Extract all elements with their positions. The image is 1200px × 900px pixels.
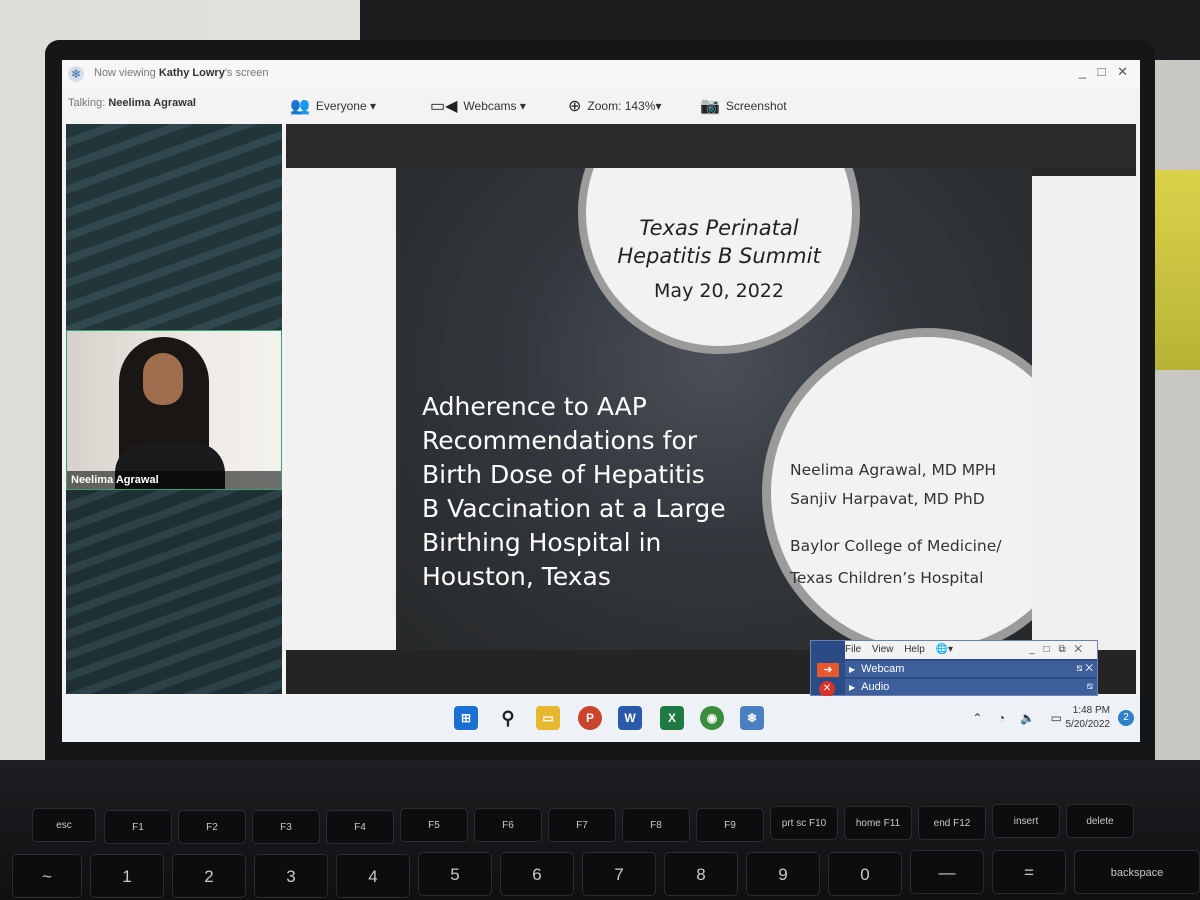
key-4[interactable]: 4	[336, 854, 410, 898]
arrow-icon[interactable]: ➜	[817, 663, 839, 677]
window-controls[interactable]: _ □ ✕	[1079, 64, 1132, 80]
slide-affiliation: Baylor College of Medicine/ Texas Childr…	[790, 537, 1002, 587]
key-7[interactable]: 7	[582, 852, 656, 896]
title-bar: ❄ Now viewing Kathy Lowry's screen _ □ ✕	[62, 60, 1140, 88]
key-minus[interactable]: —	[910, 850, 984, 894]
system-tray[interactable]: ⌃ ◔ 🔈 ▭	[972, 711, 1068, 725]
clock[interactable]: 1:48 PM 5/20/2022	[1066, 704, 1111, 732]
slide-authors: Neelima Agrawal, MD MPH Sanjiv Harpavat,…	[790, 461, 997, 508]
excel-icon[interactable]: X	[660, 706, 684, 730]
key-5[interactable]: 5	[418, 852, 492, 896]
key-f4[interactable]: F4	[326, 810, 394, 844]
key-f8[interactable]: F8	[622, 808, 690, 842]
key-2[interactable]: 2	[172, 854, 246, 898]
webcam-pane: Neelima Agrawal	[66, 124, 282, 694]
key-f2[interactable]: F2	[178, 810, 246, 844]
key-esc[interactable]: esc	[32, 808, 96, 842]
panel-row-webcam[interactable]: ▶ Webcam ⧅ ✕	[845, 661, 1097, 677]
control-panel[interactable]: File View Help 🌐▾ _ □ ⧉ ✕ ➜ ✕ ▶ Webcam ⧅ …	[810, 640, 1098, 697]
shared-screen: Texas Perinatal Hepatitis B Summit May 2…	[286, 124, 1136, 694]
key-f9[interactable]: F9	[696, 808, 764, 842]
key-0[interactable]: 0	[828, 852, 902, 896]
popout-icon[interactable]: ⧅	[1087, 679, 1093, 695]
key-1[interactable]: 1	[90, 854, 164, 898]
notification-badge[interactable]: 2	[1118, 710, 1134, 726]
key-9[interactable]: 9	[746, 852, 820, 896]
summit-title: Texas Perinatal Hepatitis B Summit	[617, 216, 821, 268]
close-icon[interactable]: ⧅ ✕	[1076, 661, 1093, 677]
key-backspace[interactable]: backspace	[1074, 850, 1200, 894]
key-insert[interactable]: insert	[992, 804, 1060, 838]
key-f10[interactable]: prt sc F10	[770, 806, 838, 840]
summit-date: May 20, 2022	[654, 280, 784, 302]
slide-title: Adherence to AAP Recommendations for Bir…	[422, 392, 726, 591]
panel-window-controls[interactable]: _ □ ⧉ ✕	[1029, 641, 1085, 659]
menu-view[interactable]: View	[872, 644, 894, 655]
globe-icon[interactable]: 🌐▾	[936, 644, 953, 655]
key-f12[interactable]: end F12	[918, 806, 986, 840]
laptop-screen: ❄ Now viewing Kathy Lowry's screen _ □ ✕…	[62, 60, 1140, 742]
key-f3[interactable]: F3	[252, 810, 320, 844]
camera-icon: 📷	[700, 98, 720, 115]
key-f1[interactable]: F1	[104, 810, 172, 844]
app-logo-icon: ❄	[68, 66, 84, 82]
webcam-icon: ▭◀	[430, 98, 458, 115]
panel-menu-bar: File View Help 🌐▾ _ □ ⧉ ✕	[845, 641, 1097, 659]
presentation-slide: Texas Perinatal Hepatitis B Summit May 2…	[396, 168, 1032, 650]
participant-name-label: Neelima Agrawal	[67, 471, 281, 489]
presenter-name: Kathy Lowry	[158, 67, 225, 79]
expand-icon: ▶	[849, 665, 856, 674]
keyboard: esc F1 F2 F3 F4 F5 F6 F7 F8 F9 prt sc F1…	[12, 800, 1200, 900]
key-equals[interactable]: =	[992, 850, 1066, 894]
desk-object	[1150, 170, 1200, 370]
people-icon: 👥	[290, 98, 310, 115]
empty-video-area	[66, 124, 282, 330]
empty-video-area	[66, 490, 282, 694]
screenshot-button[interactable]: 📷 Screenshot	[700, 96, 787, 116]
key-8[interactable]: 8	[664, 852, 738, 896]
key-f11[interactable]: home F11	[844, 806, 912, 840]
key-f7[interactable]: F7	[548, 808, 616, 842]
zoom-icon: ⊕	[568, 98, 582, 115]
talking-name: Neelima Agrawal	[108, 97, 196, 109]
webcams-dropdown[interactable]: ▭◀ Webcams ▾	[430, 96, 526, 116]
expand-icon: ▶	[849, 683, 856, 692]
key-f5[interactable]: F5	[400, 808, 468, 842]
participant-face	[143, 353, 183, 405]
panel-row-audio[interactable]: ▶ Audio ⧅	[845, 679, 1097, 695]
toolbar: Talking: Neelima Agrawal 👥 Everyone ▾ ▭◀…	[62, 88, 1140, 124]
key-tilde[interactable]: ~	[12, 854, 82, 898]
word-icon[interactable]: W	[618, 706, 642, 730]
menu-file[interactable]: File	[845, 644, 861, 655]
taskbar: ⊞ ⚲ ▭ P W X ◉ ❄ ⌃ ◔ 🔈 ▭ 1:48 PM 5/20/202…	[62, 696, 1140, 742]
key-delete[interactable]: delete	[1066, 804, 1134, 838]
key-6[interactable]: 6	[500, 852, 574, 896]
key-3[interactable]: 3	[254, 854, 328, 898]
search-icon[interactable]: ⚲	[496, 706, 520, 730]
zoom-dropdown[interactable]: ⊕ Zoom: 143%▾	[568, 96, 661, 116]
record-icon[interactable]: ✕	[819, 681, 835, 697]
viewing-status: Now viewing Kathy Lowry's screen	[94, 67, 269, 79]
talking-indicator: Talking: Neelima Agrawal	[68, 97, 196, 109]
meeting-app-icon[interactable]: ❄	[740, 706, 764, 730]
menu-help[interactable]: Help	[904, 644, 925, 655]
windows-start-icon[interactable]: ⊞	[454, 706, 478, 730]
chrome-icon[interactable]: ◉	[700, 706, 724, 730]
powerpoint-icon[interactable]: P	[578, 706, 602, 730]
file-explorer-icon[interactable]: ▭	[536, 706, 560, 730]
key-f6[interactable]: F6	[474, 808, 542, 842]
everyone-dropdown[interactable]: 👥 Everyone ▾	[290, 96, 376, 116]
participant-video[interactable]: Neelima Agrawal	[66, 330, 282, 490]
